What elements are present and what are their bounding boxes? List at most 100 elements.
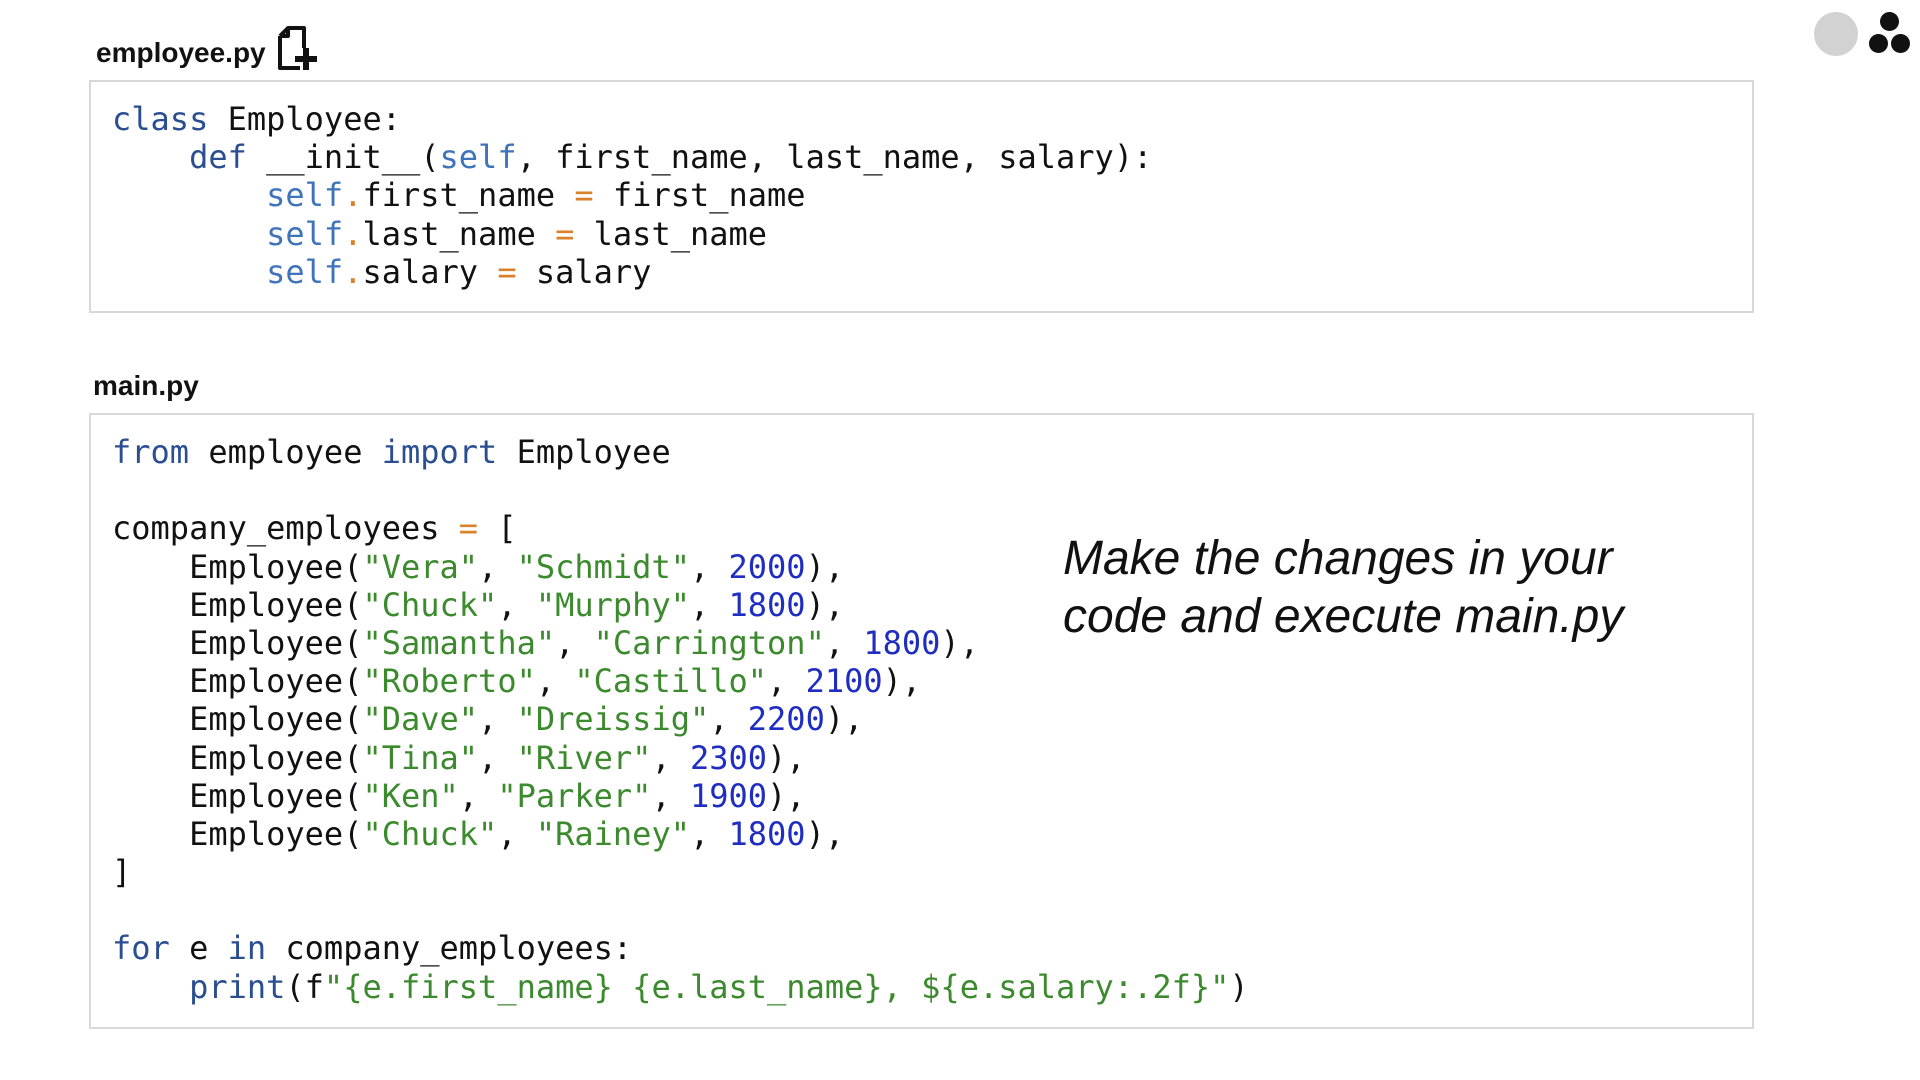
code-token: "Chuck" [362,814,498,853]
code-token: "Rainey" [535,814,690,853]
code-token: ), [767,738,806,777]
code-token: . [343,252,363,291]
code-token: self [266,252,344,291]
code-token: . [343,214,363,253]
logo-black-dot-top [1880,12,1899,31]
code-line: class Employee: [112,100,1152,138]
code-token: 2000 [728,547,806,586]
logo-black-dot-left [1869,34,1888,53]
code-token: Employee( [112,585,363,624]
employee-code-editor[interactable]: class Employee: def __init__(self, first… [89,80,1754,313]
code-token: company_employees [112,509,459,548]
code-token: , [458,776,498,815]
code-token: from [112,433,190,471]
code-token: Employee( [112,623,363,662]
code-token: last_name [362,214,556,253]
code-token: company_employees: [266,929,633,968]
code-token: e [169,929,228,968]
code-token: [ [478,509,517,548]
code-token: 2100 [805,662,883,701]
code-line: print(f"{e.first_name} {e.last_name}, ${… [112,968,1249,1006]
code-token: self [266,176,344,215]
code-token: , [478,547,517,586]
code-token: , [689,585,729,624]
employee-file-title: employee.py [96,26,320,72]
main-file-title: main.py [93,370,199,402]
code-token: , [497,814,536,853]
code-line: Employee("Roberto", "Castillo", 2100), [112,662,1249,700]
code-line: self.salary = salary [112,253,1152,291]
code-token: = [574,176,594,215]
code-line: ​ [112,891,1249,929]
code-line: Employee("Ken", "Parker", 1900), [112,777,1249,815]
code-line: Employee("Dave", "Dreissig", 2200), [112,700,1249,738]
code-token: ), [805,814,845,853]
code-token: 1800 [863,623,941,662]
code-token: , [651,738,690,777]
code-token: ), [824,700,864,739]
code-token: , [651,776,690,815]
code-token: = [497,252,517,291]
code-token: Employee [497,433,671,471]
code-token: Employee( [112,700,363,739]
code-token: def [189,138,247,177]
code-token: Employee( [112,547,363,586]
code-token: ] [112,853,132,892]
new-file-icon[interactable] [276,26,320,72]
code-token: Employee( [112,738,363,777]
code-token: self [266,214,344,253]
code-token: Employee( [112,662,363,701]
code-token: "Ken" [362,776,459,815]
code-token: ), [940,623,979,662]
code-token: ) [1229,967,1249,1006]
code-token: Employee( [112,814,363,853]
code-token: , [824,623,864,662]
code-token: "Parker" [497,776,652,815]
code-token: self [439,138,517,177]
code-token: last_name [574,214,768,253]
code-line: def __init__(self, first_name, last_name… [112,138,1152,176]
code-token: first_name [593,176,806,215]
code-token: "Samantha" [362,623,556,662]
three-dot-logo [1800,10,1920,60]
code-token: , [535,662,575,701]
code-token: . [343,176,363,215]
code-token: "Dreissig" [516,700,710,739]
logo-black-dot-right [1891,34,1910,53]
code-line: self.first_name = first_name [112,176,1152,214]
code-token: salary [362,252,498,291]
code-token: ), [767,776,806,815]
code-token: 2300 [689,738,768,777]
code-token: , [478,738,517,777]
code-token: Employee( [112,776,363,815]
code-token: "Schmidt" [516,547,690,586]
code-token: "Tina" [362,738,479,777]
code-line: self.last_name = last_name [112,215,1152,253]
main-code: from employee import Employee​company_em… [112,433,1249,1006]
code-token: "Murphy" [535,585,690,624]
instruction-text: Make the changes in your code and execut… [1063,532,1624,643]
code-token: ), [805,585,845,624]
code-line: Employee("Chuck", "Rainey", 1800), [112,815,1249,853]
code-token: , [709,700,748,739]
code-token: = [458,509,479,548]
code-token: , [497,585,536,624]
code-token: "Dave" [362,700,479,739]
code-token: , [767,662,806,701]
code-token: __init__( [246,138,440,177]
code-line: for e in company_employees: [112,929,1249,967]
code-token: Employee: [208,100,401,138]
code-token: ), [805,547,845,586]
code-line: ] [112,853,1249,891]
code-token: , [689,547,729,586]
code-token: in [227,929,267,968]
code-token: , first_name, last_name, salary): [516,138,1153,177]
code-token: , [555,623,594,662]
main-file-name: main.py [93,370,199,401]
code-token: salary [516,252,652,291]
main-code-editor[interactable]: from employee import Employee​company_em… [89,413,1754,1029]
